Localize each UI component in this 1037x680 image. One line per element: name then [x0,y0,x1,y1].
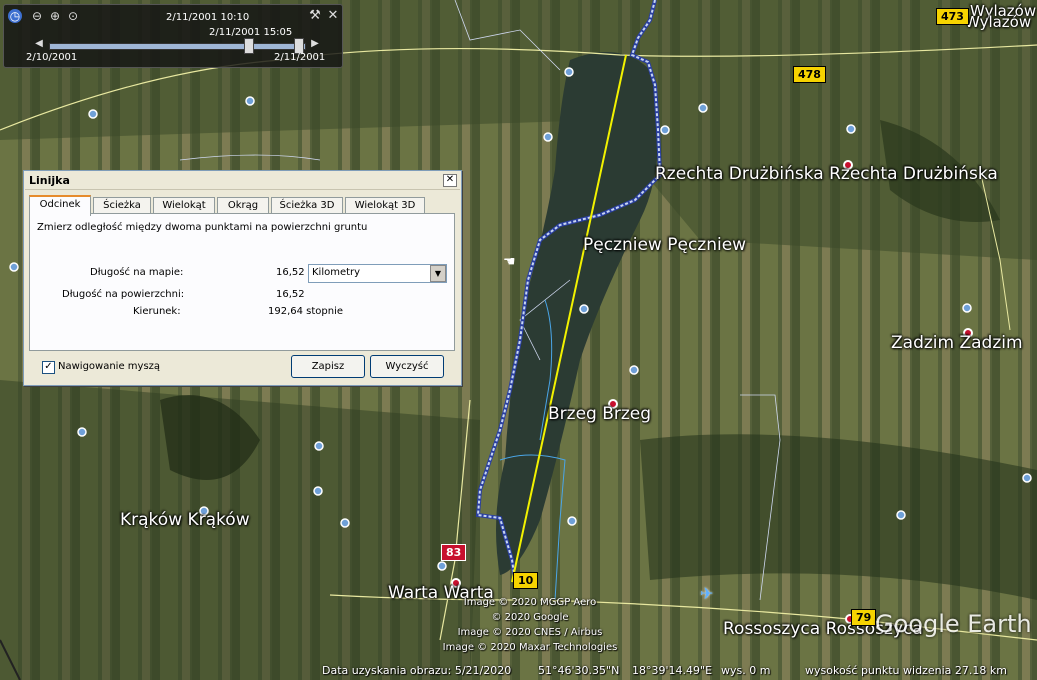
status-bar: Data uzyskania obrazu: 5/21/2020 51°46'3… [0,661,1037,680]
place-label-krakow[interactable]: Krąków Krąków [120,510,250,530]
place-label-peczniew[interactable]: Pęczniew Pęczniew [583,235,746,255]
imagery-credits: Image © 2020 MGGP Aero © 2020 Google Ima… [380,595,680,655]
heading-value: 192,64 stopnie [268,306,344,317]
time-slider-panel: ◷ ⊖ ⊕ ⊙ 2/11/2001 10:10 ⚒ ✕ 2/11/2001 15… [3,4,343,68]
ruler-dialog: Linijka ✕ Odcinek Ścieżka Wielokąt Okrąg… [23,170,462,386]
map-length-value: 16,52 [276,267,305,278]
end-time: 2/11/2001 15:05 [209,27,293,38]
time-start-knob[interactable] [244,38,254,54]
description-text: Zmierz odległość między dwoma punktami n… [37,222,368,233]
hand-cursor-icon: ☚ [503,254,516,270]
longitude: 18°39'14.49"E [632,664,713,677]
wrench-icon[interactable]: ⚒ [308,9,322,23]
tab-wielokat[interactable]: Wielokąt [153,197,215,214]
place-label-rzechta[interactable]: Rzechta Drużbińska Rzechta Drużbińska [655,164,998,184]
unit-select[interactable]: Kilometry ▼ [308,264,447,283]
latitude: 51°46'30.35"N [538,664,620,677]
airport-icon[interactable]: ✈ [700,584,713,603]
dialog-title: Linijka [29,174,70,187]
road-shield-79: 79 [851,609,877,626]
place-label-brzeg[interactable]: Brzeg Brzeg [548,404,651,424]
surface-length-value: 16,52 [276,289,305,300]
dialog-titlebar[interactable]: Linijka ✕ [25,172,460,190]
time-track[interactable] [49,43,306,50]
eye-altitude: wysokość punktu widzenia 27.18 km [805,664,1007,677]
capture-date: Data uzyskania obrazu: 5/21/2020 [322,664,512,677]
step-back-icon[interactable]: ◀ [32,37,46,51]
surface-length-label: Długość na powierzchni: [62,289,185,300]
road-shield-473: 473 [936,8,969,25]
clock-icon[interactable]: ◷ [8,9,22,23]
current-time: 2/11/2001 10:10 [166,12,250,23]
credit-line: Image © 2020 CNES / Airbus [457,627,603,638]
zoom-out-icon[interactable]: ⊖ [30,9,44,23]
tab-sciezka-3d[interactable]: Ścieżka 3D [271,197,343,214]
elevation: wys. 0 m [721,664,771,677]
zoom-in-icon[interactable]: ⊕ [48,9,62,23]
place-label-zadzim[interactable]: Zadzim Zadzim [891,333,1023,353]
road-shield-83: 83 [441,544,467,561]
tab-wielokat-3d[interactable]: Wielokąt 3D [345,197,425,214]
dialog-close-icon[interactable]: ✕ [443,174,457,187]
range-end: 2/11/2001 [274,52,326,63]
heading-label: Kierunek: [133,306,181,317]
road-shield-478: 478 [793,66,826,83]
chevron-down-icon[interactable]: ▼ [430,265,446,282]
clear-button[interactable]: Wyczyść [370,355,444,378]
credit-line: Image © 2020 MGGP Aero [463,597,597,608]
place-label-wylazow-2[interactable]: Wylazów [965,13,1031,31]
settings-time-icon[interactable]: ⊙ [66,9,80,23]
tab-okrag[interactable]: Okrąg [217,197,269,214]
step-forward-icon[interactable]: ▶ [308,37,322,51]
credit-line: © 2020 Google [491,612,569,623]
tab-odcinek[interactable]: Odcinek [29,195,91,216]
credit-line: Image © 2020 Maxar Technologies [442,642,618,653]
unit-select-value: Kilometry [312,267,361,278]
road-shield-10: 10 [513,572,539,589]
close-icon[interactable]: ✕ [326,9,340,23]
tab-sciezka[interactable]: Ścieżka [93,197,151,214]
range-start: 2/10/2001 [26,52,78,63]
mouse-nav-label: Nawigowanie myszą [58,361,161,372]
save-button[interactable]: Zapisz [291,355,365,378]
google-earth-logo: Google Earth [875,610,1032,638]
mouse-nav-checkbox[interactable]: ✓ [42,361,55,374]
map-length-label: Długość na mapie: [90,267,184,278]
